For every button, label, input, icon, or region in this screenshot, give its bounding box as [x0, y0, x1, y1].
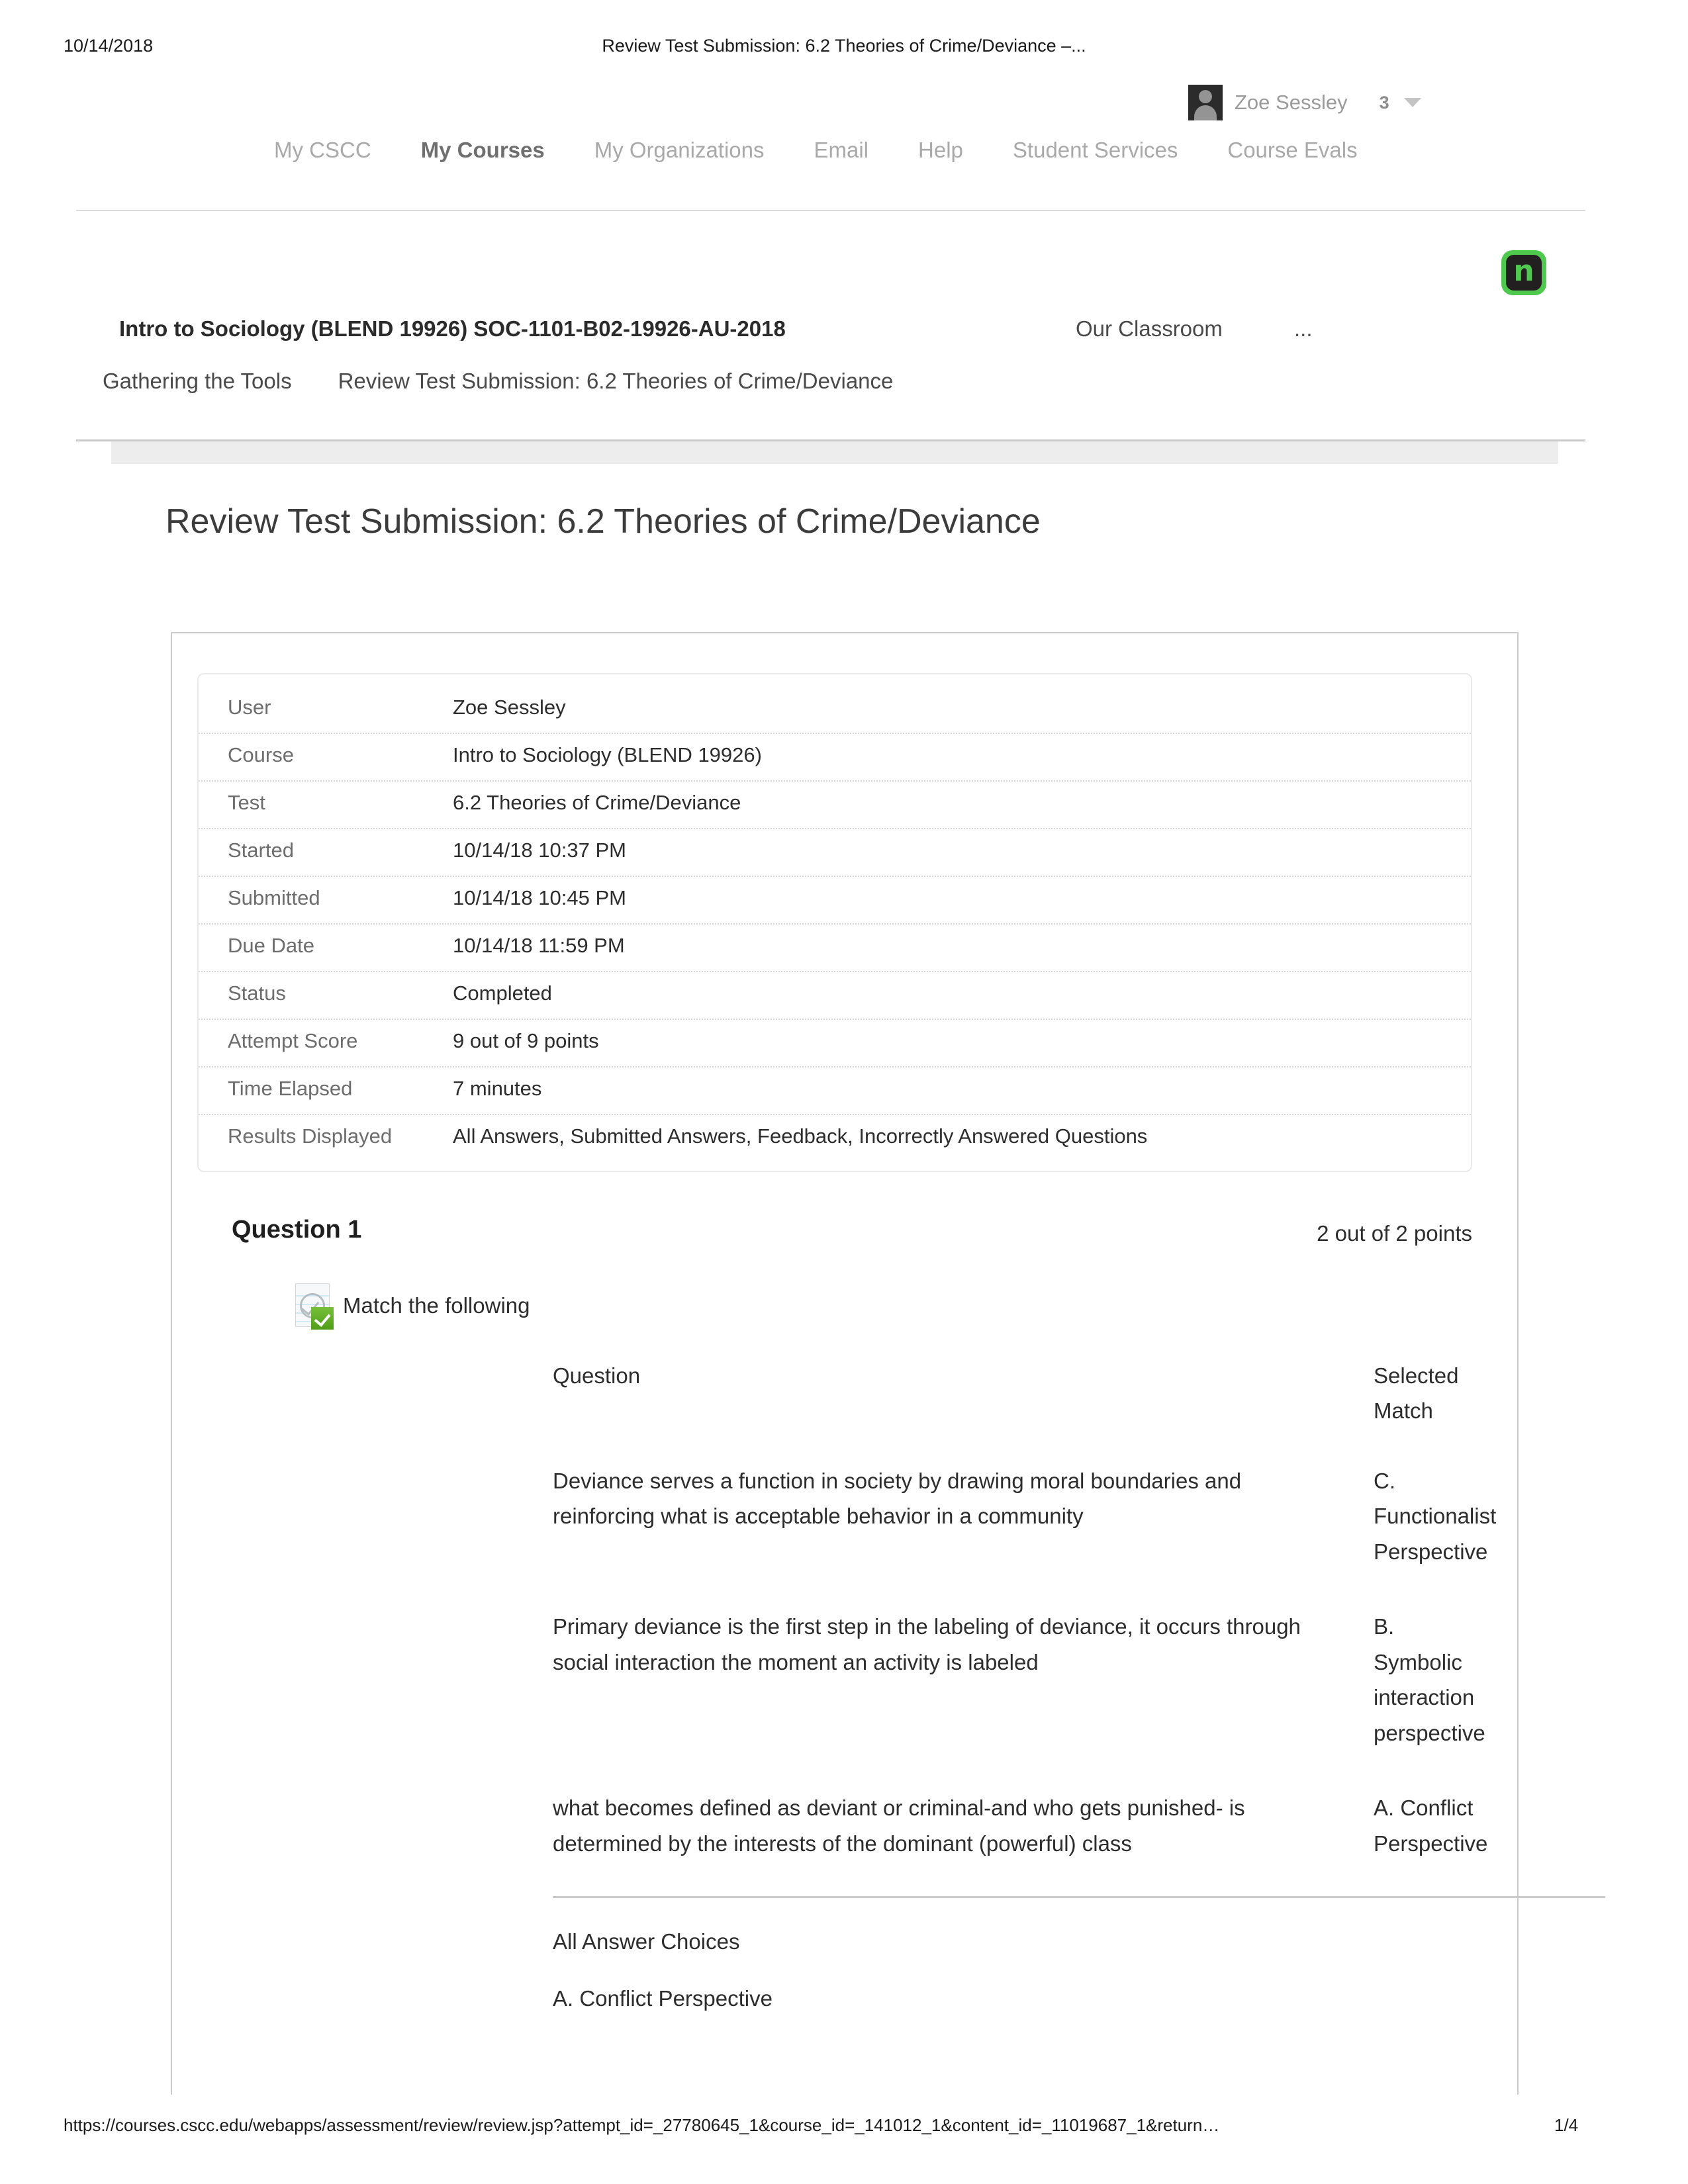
global-nav-list: My CSCC My Courses My Organizations Emai… — [274, 138, 1358, 163]
avatar-head-shape — [1199, 90, 1212, 103]
course-title: Intro to Sociology (BLEND 19926) SOC-110… — [119, 316, 786, 341]
match-selected-text: C. Functionalist Perspective — [1374, 1468, 1497, 1564]
table-row: Test 6.2 Theories of Crime/Deviance — [199, 782, 1471, 829]
nav-item-my-cscc[interactable]: My CSCC — [274, 138, 371, 163]
print-footer: https://courses.cscc.edu/webapps/assessm… — [0, 2115, 1688, 2142]
table-row: Deviance serves a function in society by… — [553, 1463, 1496, 1569]
nav-item-email[interactable]: Email — [814, 138, 869, 163]
nav-item-help[interactable]: Help — [918, 138, 963, 163]
print-header-title: Review Test Submission: 6.2 Theories of … — [602, 36, 1086, 56]
breadcrumb-item-review-test-submission[interactable]: Review Test Submission: 6.2 Theories of … — [338, 369, 894, 394]
account-strip[interactable]: Zoe Sessley 3 — [1188, 83, 1421, 122]
page-title: Review Test Submission: 6.2 Theories of … — [165, 502, 1041, 541]
nav-item-course-evals[interactable]: Course Evals — [1227, 138, 1357, 163]
question-prompt-text: Match the following — [343, 1293, 530, 1318]
table-row: Attempt Score 9 out of 9 points — [199, 1020, 1471, 1068]
table-row: Results Displayed All Answers, Submitted… — [199, 1115, 1471, 1161]
info-value-started: 10/14/18 10:37 PM — [453, 839, 626, 862]
breadcrumb: Gathering the Tools Review Test Submissi… — [103, 369, 893, 394]
table-row: Due Date 10/14/18 11:59 PM — [199, 925, 1471, 972]
list-item: A. Conflict Perspective — [553, 1986, 773, 2011]
attempt-info-table: User Zoe Sessley Course Intro to Sociolo… — [197, 673, 1472, 1172]
user-avatar-icon — [1188, 85, 1223, 120]
match-question-text: Primary deviance is the first step in th… — [553, 1614, 1301, 1674]
info-label-test: Test — [228, 791, 265, 814]
nav-item-my-courses[interactable]: My Courses — [421, 138, 545, 163]
correct-answer-icon — [291, 1282, 334, 1330]
info-value-user: Zoe Sessley — [453, 696, 566, 719]
info-value-status: Completed — [453, 981, 552, 1005]
match-question-text: Deviance serves a function in society by… — [553, 1468, 1242, 1529]
info-value-course: Intro to Sociology (BLEND 19926) — [453, 743, 762, 766]
info-value-attempt-score: 9 out of 9 points — [453, 1029, 599, 1052]
green-check-badge-icon — [311, 1307, 334, 1330]
logo-inner-square: n — [1506, 255, 1542, 291]
question-points: 2 out of 2 points — [1317, 1221, 1472, 1246]
course-tab-our-classroom[interactable]: Our Classroom — [1076, 316, 1223, 341]
account-name[interactable]: Zoe Sessley — [1235, 91, 1348, 114]
notification-count[interactable]: 3 — [1380, 93, 1389, 113]
question-header: Question 1 2 out of 2 points — [172, 1216, 1520, 1262]
info-label-attempt-score: Attempt Score — [228, 1029, 358, 1052]
match-table-header: Question Selected Match — [553, 1358, 1458, 1429]
info-label-course: Course — [228, 743, 294, 766]
course-more-icon[interactable]: ... — [1294, 316, 1313, 341]
info-value-submitted: 10/14/18 10:45 PM — [453, 886, 626, 909]
info-label-time-elapsed: Time Elapsed — [228, 1077, 353, 1100]
avatar-body-shape — [1194, 105, 1217, 120]
table-row: what becomes defined as deviant or crimi… — [553, 1790, 1487, 1861]
question-block-1: Question 1 2 out of 2 points Match the f… — [172, 1216, 1605, 2011]
footer-page-number: 1/4 — [1554, 2115, 1579, 2135]
info-value-due-date: 10/14/18 11:59 PM — [453, 934, 625, 957]
footer-url: https://courses.cscc.edu/webapps/assessm… — [64, 2115, 1220, 2135]
nav-divider — [76, 210, 1585, 211]
print-header: 10/14/2018 Review Test Submission: 6.2 T… — [0, 36, 1688, 62]
nav-item-my-organizations[interactable]: My Organizations — [594, 138, 765, 163]
match-column-header-question: Question — [553, 1363, 641, 1388]
global-nav: My CSCC My Courses My Organizations Emai… — [0, 138, 1688, 184]
question-title: Question 1 — [232, 1216, 362, 1244]
info-value-time-elapsed: 7 minutes — [453, 1077, 542, 1100]
table-row: User Zoe Sessley — [199, 686, 1471, 734]
table-row: Status Completed — [199, 972, 1471, 1020]
match-table: Question Selected Match Deviance serves … — [553, 1358, 1496, 1901]
course-header: Intro to Sociology (BLEND 19926) SOC-110… — [0, 316, 1688, 349]
test-result-card: User Zoe Sessley Course Intro to Sociolo… — [171, 632, 1605, 2095]
info-value-test: 6.2 Theories of Crime/Deviance — [453, 791, 741, 814]
table-row: Started 10/14/18 10:37 PM — [199, 829, 1471, 877]
match-question-text: what becomes defined as deviant or crimi… — [553, 1796, 1245, 1856]
nelnet-n-logo-icon: n — [1501, 250, 1546, 295]
content-action-bar — [111, 441, 1558, 464]
badge-checkmark-shape — [314, 1310, 331, 1327]
info-label-user: User — [228, 696, 271, 719]
info-label-submitted: Submitted — [228, 886, 320, 909]
question-prompt: Match the following — [291, 1282, 530, 1330]
match-column-header-selected-match: Selected Match — [1374, 1363, 1459, 1424]
table-row: Course Intro to Sociology (BLEND 19926) — [199, 734, 1471, 782]
table-row: Time Elapsed 7 minutes — [199, 1068, 1471, 1115]
info-value-results-displayed: All Answers, Submitted Answers, Feedback… — [453, 1124, 1148, 1148]
info-label-due-date: Due Date — [228, 934, 314, 957]
match-selected-text: B. Symbolic interaction perspective — [1374, 1614, 1485, 1745]
info-label-started: Started — [228, 839, 294, 862]
nav-item-student-services[interactable]: Student Services — [1013, 138, 1178, 163]
all-answer-choices-label: All Answer Choices — [553, 1929, 740, 1954]
match-selected-text: A. Conflict Perspective — [1374, 1796, 1488, 1856]
breadcrumb-item-gathering-the-tools[interactable]: Gathering the Tools — [103, 369, 292, 394]
info-label-results-displayed: Results Displayed — [228, 1124, 393, 1148]
info-label-status: Status — [228, 981, 286, 1005]
table-row: Submitted 10/14/18 10:45 PM — [199, 877, 1471, 925]
logo-letter: n — [1513, 254, 1534, 288]
chevron-down-icon[interactable] — [1403, 98, 1421, 107]
answer-choices-divider — [553, 1896, 1605, 1898]
table-row: Primary deviance is the first step in th… — [553, 1609, 1485, 1751]
